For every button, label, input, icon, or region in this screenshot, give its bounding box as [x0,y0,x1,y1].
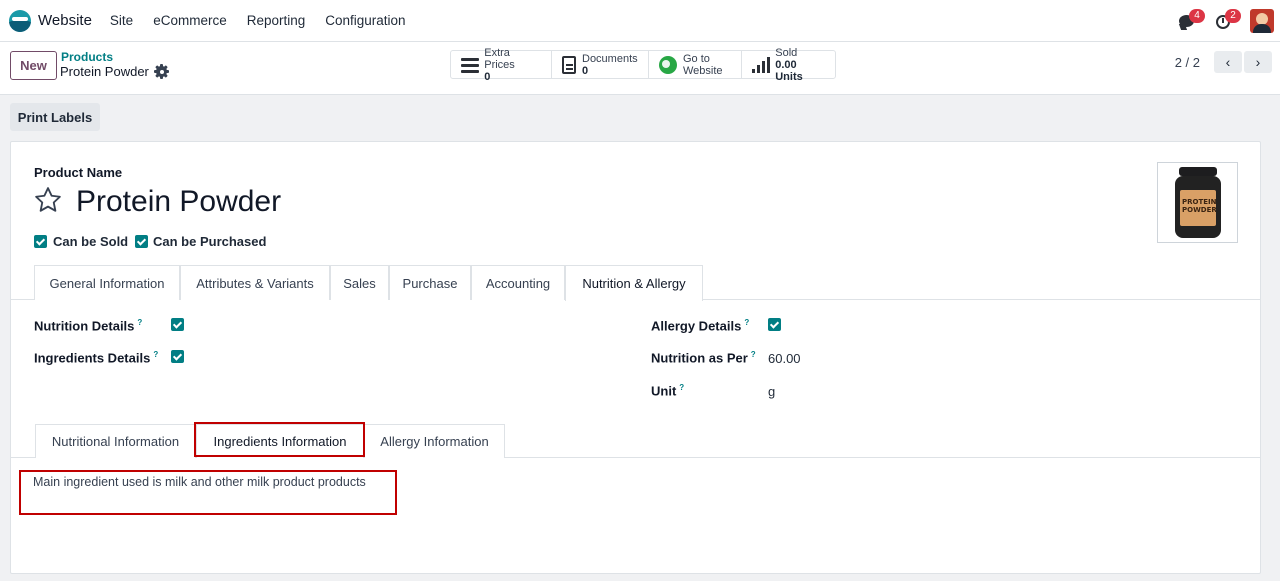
main-menu: Site eCommerce Reporting Configuration [110,13,426,28]
activities-button[interactable]: 2 [1214,9,1241,31]
help-tooltip-icon[interactable]: ? [137,318,142,327]
control-panel: New Products Protein Powder Extra Prices… [0,42,1280,95]
nutrition-details-label: Nutrition Details? [34,318,142,333]
print-labels-button[interactable]: Print Labels [10,103,100,131]
systray: 4 2 [1178,0,1280,42]
page-scrollbar[interactable] [1272,97,1280,581]
product-name-field[interactable]: Protein Powder [76,185,281,219]
chevron-right-icon: › [1255,54,1261,70]
tab-general-information[interactable]: General Information [34,265,180,300]
nutrition-as-per-label: Nutrition as Per? [651,350,756,365]
unit-label: Unit? [651,383,684,398]
jar-lid [1179,167,1217,176]
unit-field[interactable]: g [768,384,775,399]
list-icon [461,56,479,74]
help-tooltip-icon[interactable]: ? [153,350,158,359]
documents-button[interactable]: Documents 0 [552,51,649,78]
user-avatar[interactable] [1250,9,1274,33]
tab-nutrition-allergy[interactable]: Nutrition & Allergy [565,265,703,301]
menu-item-site[interactable]: Site [110,13,133,28]
can-be-sold-label: Can be Sold [53,234,129,249]
unit-text: Unit [651,383,677,399]
smart-buttons: Extra Prices 0 Documents 0 Go to Website… [450,47,836,83]
new-button[interactable]: New [10,51,57,80]
ingredients-details-checkbox[interactable] [171,350,184,363]
extra-prices-button[interactable]: Extra Prices 0 [451,47,552,83]
messages-button[interactable]: 4 [1178,9,1205,31]
allergy-details-checkbox[interactable] [768,318,781,331]
help-tooltip-icon[interactable]: ? [679,383,684,392]
allergy-details-text: Allergy Details [651,318,742,334]
app-brand[interactable]: Website [9,9,92,32]
chevron-left-icon: ‹ [1225,54,1231,70]
nutrition-as-per-field[interactable]: 60.00 [768,351,801,366]
pager-value[interactable]: 2 / 2 [1175,55,1200,70]
breadcrumb-current-record: Protein Powder [60,64,149,79]
highlight-box-ingredients [19,470,397,515]
sold-value: 0.00 Units [775,58,803,83]
ingredients-details-text: Ingredients Details [34,350,151,366]
bar-chart-icon [752,56,770,74]
pager-previous-button[interactable]: ‹ [1214,51,1242,73]
favorite-star-icon[interactable] [33,185,63,215]
jar-label-text: PROTEIN POWDER [1182,198,1217,214]
app-name: Website [38,12,92,29]
menu-item-reporting[interactable]: Reporting [247,13,306,28]
can-be-purchased-checkbox[interactable] [135,235,148,248]
tab-sales[interactable]: Sales [330,265,389,300]
globe-icon [659,55,677,74]
help-tooltip-icon[interactable]: ? [744,318,749,327]
nutrition-as-per-text: Nutrition as Per [651,350,748,366]
extra-prices-label: Extra Prices [484,46,515,71]
documents-value: 0 [582,64,589,77]
tab-purchase[interactable]: Purchase [389,265,471,300]
help-tooltip-icon[interactable]: ? [751,350,756,359]
ingredients-details-label: Ingredients Details? [34,350,158,365]
subtab-nutritional-information[interactable]: Nutritional Information [35,424,196,458]
can-be-purchased-label: Can be Purchased [153,234,267,249]
can-be-sold-checkbox[interactable] [34,235,47,248]
nutrition-details-text: Nutrition Details [34,318,135,334]
pager: 2 / 2 ‹ › [1175,51,1272,73]
product-name-label: Product Name [34,165,123,180]
messages-count-badge: 4 [1189,9,1205,23]
go-to-label: Go to [683,52,710,65]
subtab-allergy-information[interactable]: Allergy Information [364,424,505,458]
sold-label: Sold [775,46,798,59]
tab-accounting[interactable]: Accounting [471,265,565,300]
website-label: Website [683,64,723,77]
website-app-icon [9,9,31,32]
go-to-website-button[interactable]: Go to Website [649,51,742,78]
form-sheet: Product Name Protein Powder Can be Sold … [10,141,1261,574]
extra-prices-value: 0 [484,70,491,83]
tab-attributes-variants[interactable]: Attributes & Variants [180,265,330,300]
pager-next-button[interactable]: › [1244,51,1272,73]
documents-label: Documents [582,52,638,65]
product-image[interactable]: PROTEIN POWDER [1157,162,1238,243]
sold-button[interactable]: Sold 0.00 Units [742,47,835,83]
menu-item-configuration[interactable]: Configuration [325,13,405,28]
activities-count-badge: 2 [1225,9,1241,23]
nutrition-details-checkbox[interactable] [171,318,184,331]
notebook-tabs: General Information Attributes & Variant… [11,265,1260,301]
menu-item-ecommerce[interactable]: eCommerce [153,13,227,28]
gear-icon-center [156,66,167,77]
top-navbar: Website Site eCommerce Reporting Configu… [0,0,1280,42]
document-icon [562,55,576,74]
breadcrumb-products[interactable]: Products [61,50,113,64]
allergy-details-label: Allergy Details? [651,318,749,333]
highlight-box-subtab [194,422,365,457]
